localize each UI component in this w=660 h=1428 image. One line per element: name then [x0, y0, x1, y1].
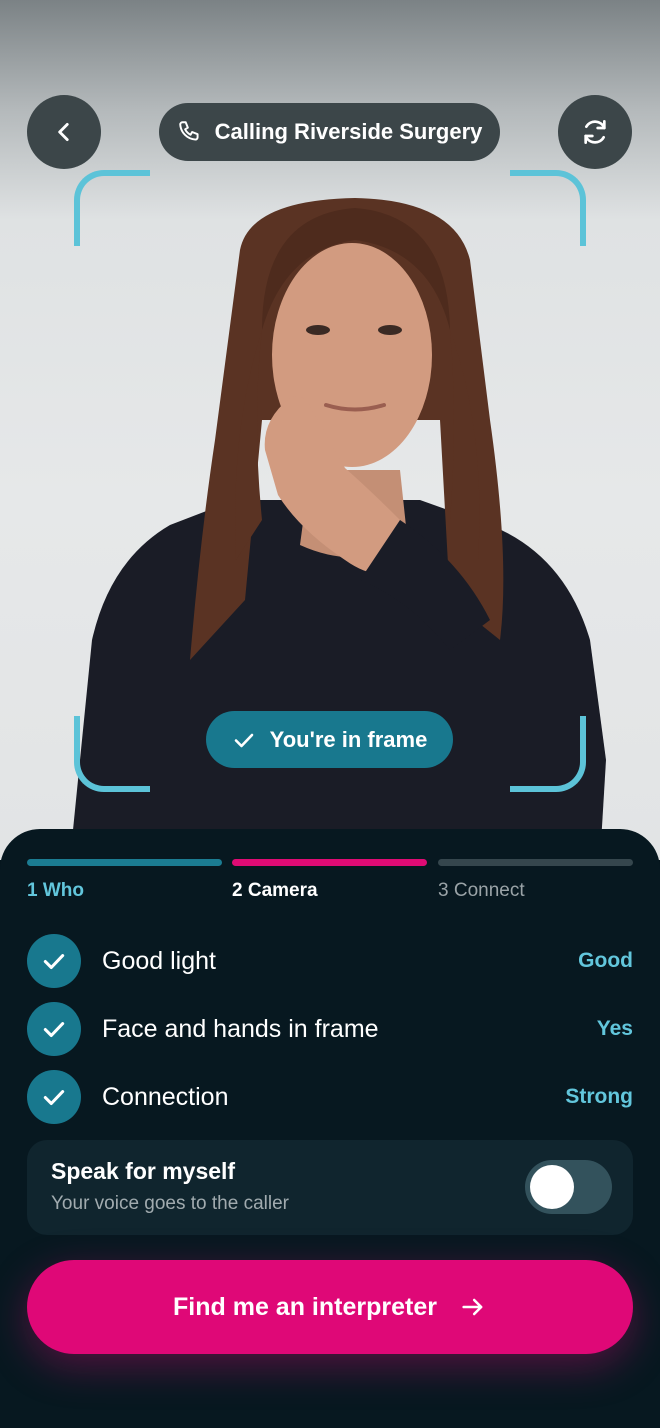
in-frame-badge: You're in frame	[206, 711, 453, 768]
switch-camera-button[interactable]	[558, 95, 632, 169]
find-interpreter-button[interactable]: Find me an interpreter	[27, 1260, 633, 1354]
check-icon	[27, 1070, 81, 1124]
app-screen: Calling Riverside Surgery You're in fram…	[0, 0, 660, 1428]
back-button[interactable]	[27, 95, 101, 169]
check-icon	[27, 934, 81, 988]
setup-sheet: 1 Who 2 Camera 3 Connect Good light Good	[0, 829, 660, 1428]
step-camera[interactable]: 2 Camera	[232, 859, 427, 902]
calling-status-label: Calling Riverside Surgery	[214, 119, 483, 144]
toggle-knob	[530, 1165, 574, 1209]
check-icon	[234, 733, 253, 747]
check-item-light: Good light Good	[27, 927, 633, 995]
toggle-title: Speak for myself	[51, 1158, 236, 1184]
phone-icon	[177, 119, 203, 145]
step-bar	[232, 859, 427, 866]
step-progress: 1 Who 2 Camera 3 Connect	[27, 859, 633, 909]
frame-corner-bottom-left	[74, 716, 150, 792]
check-icon	[27, 1002, 81, 1056]
check-item-framing: Face and hands in frame Yes	[27, 995, 633, 1063]
refresh-camera-icon	[584, 120, 606, 144]
in-frame-label: You're in frame	[269, 726, 428, 752]
check-label: Connection	[102, 1082, 229, 1111]
step-label: 3 Connect	[438, 880, 525, 901]
check-item-connection: Connection Strong	[27, 1063, 633, 1131]
arrow-right-icon	[462, 1298, 483, 1316]
calling-status-pill: Calling Riverside Surgery	[159, 103, 500, 161]
check-status: Yes	[596, 1017, 633, 1040]
frame-corner-top-right	[510, 170, 586, 246]
step-who[interactable]: 1 Who	[27, 859, 222, 902]
step-bar	[27, 859, 222, 866]
frame-corner-bottom-right	[510, 716, 586, 792]
cta-label: Find me an interpreter	[173, 1292, 437, 1321]
frame-corner-top-left	[74, 170, 150, 246]
check-label: Good light	[102, 946, 216, 975]
toggle-subtitle: Your voice goes to the caller	[51, 1193, 290, 1214]
check-status: Good	[578, 949, 633, 972]
speak-for-myself-card[interactable]: Speak for myself Your voice goes to the …	[27, 1140, 633, 1235]
camera-preview: Calling Riverside Surgery You're in fram…	[0, 0, 660, 860]
step-label: 1 Who	[27, 880, 84, 901]
speak-for-myself-toggle[interactable]	[525, 1160, 612, 1214]
check-status: Strong	[565, 1085, 633, 1108]
readiness-checklist: Good light Good Face and hands in frame …	[27, 927, 633, 1131]
chevron-left-icon	[58, 123, 69, 141]
check-label: Face and hands in frame	[102, 1014, 379, 1043]
step-label: 2 Camera	[232, 880, 318, 901]
step-bar	[438, 859, 633, 866]
step-connect: 3 Connect	[438, 859, 633, 902]
